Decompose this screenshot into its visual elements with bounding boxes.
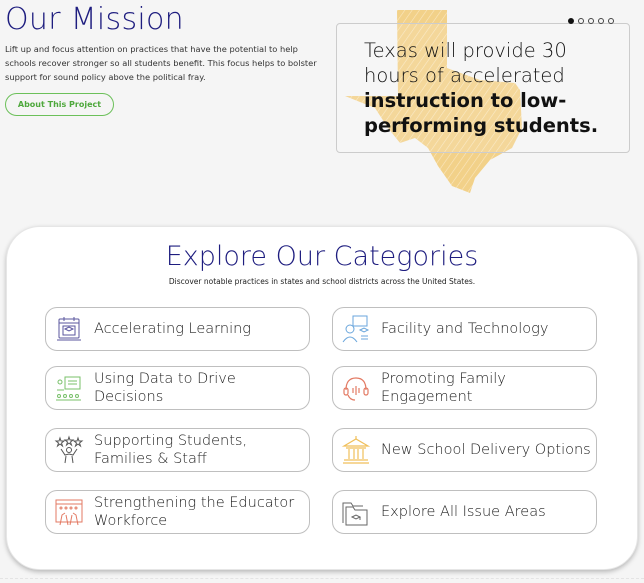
school-building-icon (341, 436, 371, 464)
categories-subtitle: Discover notable practices in states and… (168, 277, 476, 286)
quote-text-normal: Texas will provide 30 hours of accelerat… (364, 39, 567, 87)
category-supporting-students[interactable]: Supporting Students, Families & Staff (45, 428, 310, 472)
quote-text: Texas will provide 30 hours of accelerat… (364, 38, 624, 138)
category-label: Explore All Issue Areas (381, 504, 546, 520)
folders-icon (342, 502, 368, 526)
footer-divider (0, 578, 644, 579)
category-label: Strengthening the Educator Workforce (94, 495, 295, 529)
carousel-dot-4[interactable] (598, 18, 604, 24)
teacher-screen-icon (342, 315, 370, 343)
category-label: Accelerating Learning (94, 321, 251, 337)
carousel-dot-3[interactable] (588, 18, 594, 24)
carousel-dot-2[interactable] (578, 18, 584, 24)
carousel-dots (568, 18, 614, 24)
category-label: Using Data to Drive Decisions (94, 371, 236, 405)
category-using-data[interactable]: Using Data to Drive Decisions (45, 366, 310, 410)
about-project-button[interactable]: About This Project (5, 93, 114, 116)
mission-text: Lift up and focus attention on practices… (5, 44, 317, 82)
raised-hands-icon (55, 499, 83, 526)
category-label: Supporting Students, Families & Staff (94, 433, 248, 467)
category-family-engagement[interactable]: Promoting Family Engagement (332, 366, 597, 410)
headset-icon (343, 377, 369, 401)
category-label: Promoting Family Engagement (381, 371, 506, 405)
category-accelerating-learning[interactable]: Accelerating Learning (45, 307, 310, 351)
category-label: Facility and Technology (381, 321, 549, 337)
calendar-graduation-icon (57, 317, 81, 341)
categories-title: Explore Our Categories (165, 241, 479, 272)
category-new-school-delivery[interactable]: New School Delivery Options (332, 428, 597, 472)
category-label: New School Delivery Options (381, 442, 591, 458)
data-classroom-icon (56, 376, 81, 401)
category-facility-technology[interactable]: Facility and Technology (332, 307, 597, 351)
category-educator-workforce[interactable]: Strengthening the Educator Workforce (45, 490, 310, 534)
carousel-dot-1[interactable] (568, 18, 574, 24)
quote-text-bold: instruction to low-performing students. (364, 89, 599, 137)
category-explore-all[interactable]: Explore All Issue Areas (332, 490, 597, 534)
carousel-dot-5[interactable] (608, 18, 614, 24)
stars-person-icon (54, 435, 84, 464)
mission-title: Our Mission (5, 2, 184, 37)
